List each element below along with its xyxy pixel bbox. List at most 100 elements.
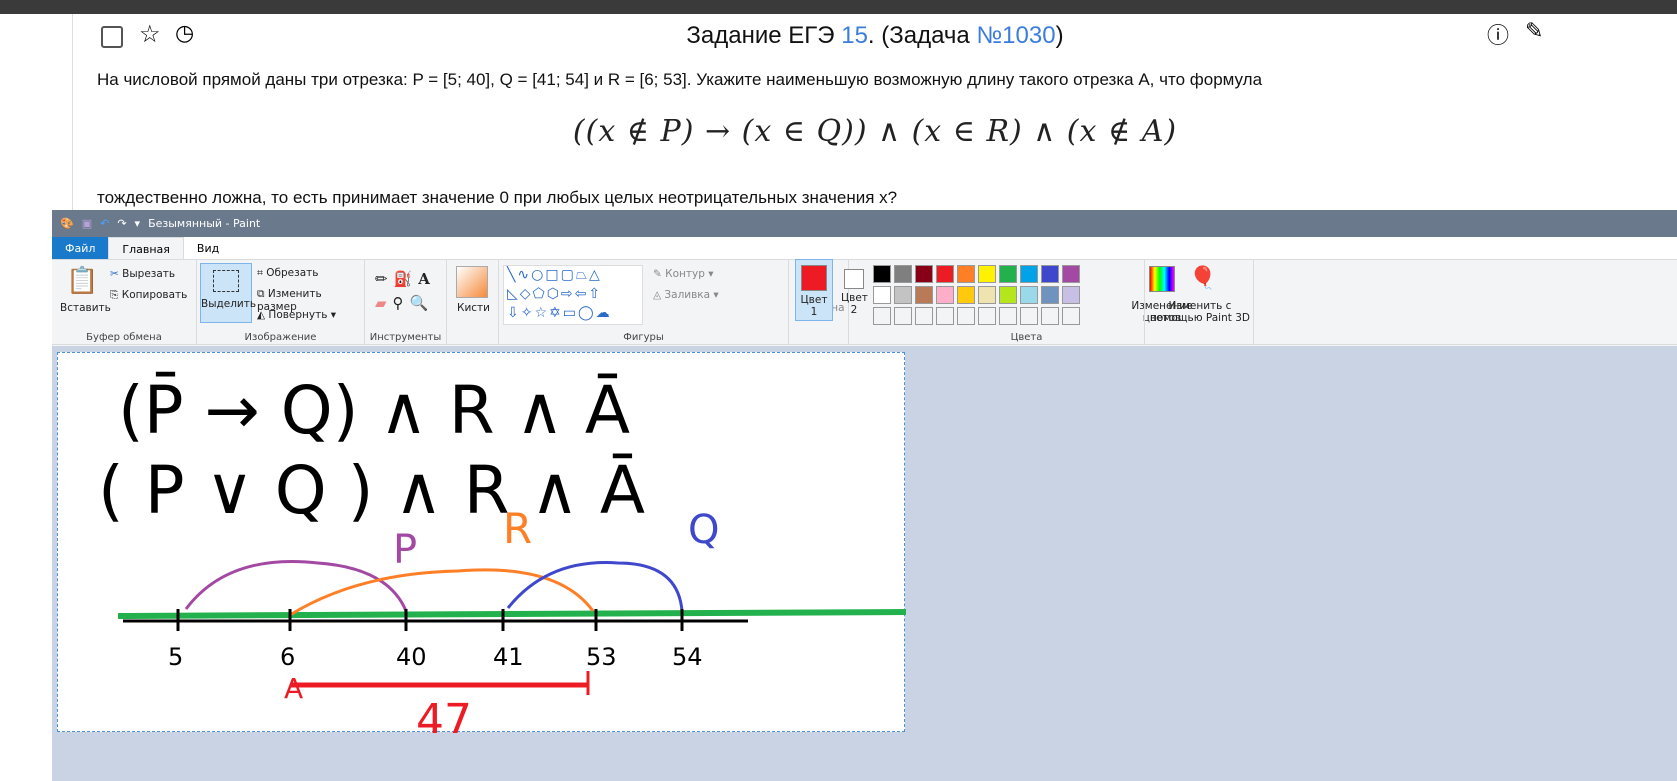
- color-swatch[interactable]: [936, 265, 954, 283]
- color-swatch[interactable]: [1020, 286, 1038, 304]
- copy-icon: ⎘: [110, 289, 119, 301]
- tick-label: 41: [493, 643, 524, 671]
- color-swatch[interactable]: [915, 307, 933, 325]
- fill-icon[interactable]: ⛽: [394, 270, 419, 288]
- color-swatch[interactable]: [894, 286, 912, 304]
- text-icon[interactable]: A: [418, 270, 436, 288]
- task-number-link[interactable]: 15: [841, 22, 868, 49]
- tools-group: ✏⛽A ▰⚲🔍 Инструменты: [365, 260, 447, 345]
- color-swatch[interactable]: [915, 286, 933, 304]
- color-swatch[interactable]: [999, 286, 1017, 304]
- quick-access-dropdown-icon[interactable]: ▾: [135, 217, 141, 230]
- tick-label: 53: [586, 643, 617, 671]
- color-swatch[interactable]: [978, 265, 996, 283]
- segment-Q: [506, 561, 684, 612]
- pencil-icon[interactable]: ✏: [375, 270, 394, 288]
- redo-icon[interactable]: ↷: [117, 217, 126, 230]
- color-swatch[interactable]: [936, 286, 954, 304]
- magnifier-icon[interactable]: 🔍: [410, 294, 435, 312]
- color-swatch[interactable]: [894, 307, 912, 325]
- image-group: Выделить ⌗ Обрезать ⧉ Изменить размер ◭ …: [197, 260, 365, 345]
- label-A: A: [284, 672, 303, 705]
- paint3d-icon: 🎈: [1189, 266, 1217, 291]
- color-swatch[interactable]: [894, 265, 912, 283]
- paint3d-button[interactable]: 🎈 Изменить с помощью Paint 3D: [1144, 260, 1254, 345]
- brushes-button[interactable]: Кисти: [457, 302, 490, 314]
- segment-P: [184, 559, 408, 612]
- title-bar: 🎨 ▣ ↶ ↷ ▾ Безымянный - Paint: [52, 210, 1677, 237]
- color-swatch[interactable]: [957, 307, 975, 325]
- drawing: (P̄ → Q) ∧ R ∧ Ā ( P ∨ Q ) ∧ R ∧ Ā P R Q…: [98, 372, 907, 746]
- page-title: Задание ЕГЭ 15. (Задача №1030): [686, 22, 1064, 49]
- task-id-link[interactable]: №1030: [976, 22, 1055, 49]
- cut-button[interactable]: ✂ Вырезать: [110, 268, 175, 280]
- color-swatch[interactable]: [999, 265, 1017, 283]
- color-swatch[interactable]: [978, 307, 996, 325]
- color-swatch[interactable]: [1041, 286, 1059, 304]
- problem-text-2: тождественно ложна, то есть принимает зн…: [97, 188, 898, 207]
- group-label: Инструменты: [369, 332, 442, 343]
- fill-button[interactable]: ◬ Заливка ▾: [653, 289, 719, 301]
- drawing-canvas[interactable]: (P̄ → Q) ∧ R ∧ Ā ( P ∨ Q ) ∧ R ∧ Ā P R Q…: [57, 352, 907, 746]
- paste-button[interactable]: Вставить: [60, 302, 111, 314]
- color-swatch[interactable]: [1020, 265, 1038, 283]
- undo-icon[interactable]: ↶: [100, 217, 109, 230]
- window-title: Безымянный - Paint: [148, 217, 261, 230]
- label-Q: Q: [688, 507, 719, 553]
- brushes-group[interactable]: Кисти: [447, 260, 499, 345]
- paste-icon: 📋: [66, 266, 99, 296]
- outline-button[interactable]: ✎ Контур ▾: [653, 268, 714, 280]
- color1-swatch: [801, 265, 827, 291]
- color-swatch[interactable]: [873, 307, 891, 325]
- canvas-area: (P̄ → Q) ∧ R ∧ Ā ( P ∨ Q ) ∧ R ∧ Ā P R Q…: [52, 346, 1677, 781]
- tab-home[interactable]: Главная: [108, 237, 184, 259]
- ribbon: 📋 Вставить ✂ Вырезать ⎘ Копировать Буфер…: [52, 259, 1677, 345]
- select-button[interactable]: Выделить: [200, 263, 256, 323]
- tick-label: 40: [396, 643, 427, 671]
- problem-text: На числовой прямой даны три отрезка: P =…: [97, 70, 1263, 89]
- group-label: Фигуры: [623, 332, 664, 343]
- color-swatch[interactable]: [915, 265, 933, 283]
- color-swatch[interactable]: [1041, 307, 1059, 325]
- color-picker-icon[interactable]: ⚲: [393, 294, 410, 312]
- copy-button[interactable]: ⎘ Копировать: [110, 289, 187, 302]
- color-swatch[interactable]: [999, 307, 1017, 325]
- color-swatch[interactable]: [1020, 307, 1038, 325]
- tab-file[interactable]: Файл: [52, 237, 109, 259]
- color-swatch[interactable]: [957, 286, 975, 304]
- color-swatch[interactable]: [1041, 265, 1059, 283]
- green-segment: [117, 609, 907, 619]
- edit-icon[interactable]: ✎: [1525, 18, 1543, 44]
- answer-value: 47: [416, 695, 472, 733]
- rotate-button[interactable]: ◭ Повернуть ▾: [257, 309, 336, 321]
- group-label: Буфер обмена: [86, 332, 162, 343]
- color-swatch[interactable]: [978, 286, 996, 304]
- color-swatch[interactable]: [936, 307, 954, 325]
- color-swatch[interactable]: [957, 265, 975, 283]
- colors-group: Цвет 1 Цвет 2 Изменение цветов Цвета: [795, 259, 1193, 345]
- eraser-icon[interactable]: ▰: [375, 294, 393, 312]
- color1-button[interactable]: Цвет 1: [795, 259, 833, 321]
- color-swatch[interactable]: [873, 286, 891, 304]
- color2-button[interactable]: Цвет 2: [837, 259, 871, 316]
- group-label: Изображение: [244, 332, 317, 343]
- shapes-group: ╲∿○□▢⏢△ ◺◇⬠⬡⇨⇦⇧ ⇩✧☆✡▭◯☁ ✎ Контур ▾ ◬ Залив…: [499, 260, 789, 345]
- brush-icon: [456, 266, 488, 298]
- crop-button[interactable]: ⌗ Обрезать: [257, 267, 318, 280]
- color-swatch[interactable]: [1062, 307, 1080, 325]
- save-icon[interactable]: ▣: [82, 217, 92, 230]
- tab-view[interactable]: Вид: [184, 237, 232, 259]
- color-swatch[interactable]: [1062, 265, 1080, 283]
- label-P: P: [393, 527, 417, 573]
- hand-line-1: (P̄ → Q) ∧ R ∧ Ā: [118, 372, 630, 449]
- select-icon: [213, 270, 239, 292]
- ribbon-tabs: Файл Главная Вид: [52, 237, 1677, 260]
- label-R: R: [503, 504, 532, 553]
- hand-line-2: ( P ∨ Q ) ∧ R ∧ Ā: [98, 452, 645, 529]
- report-icon[interactable]: ⓘ: [1487, 18, 1509, 50]
- shapes-gallery[interactable]: ╲∿○□▢⏢△ ◺◇⬠⬡⇨⇦⇧ ⇩✧☆✡▭◯☁: [503, 265, 643, 325]
- clipboard-group: 📋 Вставить ✂ Вырезать ⎘ Копировать Буфер…: [52, 260, 197, 345]
- color-swatch[interactable]: [873, 265, 891, 283]
- color-swatch[interactable]: [1062, 286, 1080, 304]
- paint-icon: 🎨: [60, 217, 74, 230]
